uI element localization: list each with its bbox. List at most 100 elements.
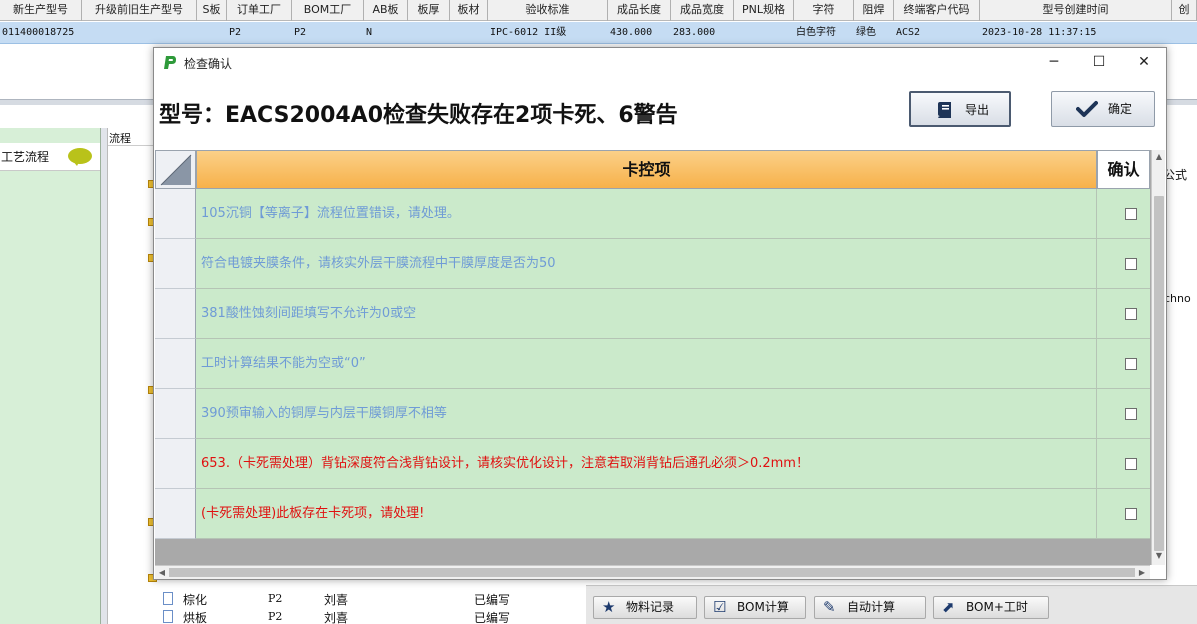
main-grid-selected-row[interactable]: 011400018725 P2 P2 N IPC-6012 II级 430.00… [0,22,1197,44]
right-panel: 公式 chno [1163,150,1197,580]
tree-node-status: 已编写 [474,593,511,607]
col-header-pnl[interactable]: PNL规格 [734,0,794,21]
cell-new-model: 011400018725 [2,27,75,38]
col-header-new-model[interactable]: 新生产型号 [0,0,82,21]
scroll-right-icon[interactable]: ▶ [1136,567,1148,579]
bottom-toolbar: ★ 物料记录 ☑ BOM计算 ✎ 自动计算 ⬈ BOM+工时 [586,585,1197,624]
scroll-up-icon[interactable]: ▲ [1154,152,1164,162]
col-header-s-board[interactable]: S板 [197,0,227,21]
confirm-checkbox[interactable] [1125,458,1137,470]
cell-created-time: 2023-10-28 11:37:15 [982,27,1097,38]
scroll-left-icon[interactable]: ◀ [156,567,168,579]
col-header-old-model[interactable]: 升级前旧生产型号 [82,0,197,21]
row-header[interactable] [155,339,196,389]
cell-customer-code: ACS2 [896,27,921,38]
pencil-icon: ✎ [823,598,836,616]
cell-order-plant: P2 [229,27,242,38]
cell-ab-board: N [366,27,373,38]
check-item-text: 105沉铜【等离子】流程位置错误，请处理。 [196,189,1097,239]
row-header[interactable] [155,389,196,439]
check-item-text: 工时计算结果不能为空或“0” [196,339,1097,389]
bom-calc-button[interactable]: ☑ BOM计算 [704,596,806,619]
maximize-button[interactable]: ☐ [1076,48,1122,77]
minimize-button[interactable]: ─ [1031,48,1077,77]
check-item-row[interactable]: (卡死需处理)此板存在卡死项，请处理! [155,489,1150,539]
col-header-solder-mask[interactable]: 阻焊 [854,0,894,21]
check-item-row[interactable]: 653.（卡死需处理）背钻深度符合浅背钻设计，请核实优化设计，注意若取消背钻后通… [155,439,1150,489]
material-record-label: 物料记录 [626,600,675,614]
col-header-acceptance[interactable]: 验收标准 [488,0,608,21]
row-header[interactable] [155,439,196,489]
tree-node-plant: P2 [268,610,283,623]
check-item-row[interactable]: 工时计算结果不能为空或“0” [155,339,1150,389]
cell-length: 430.000 [610,27,653,38]
dialog-titlebar[interactable]: 检查确认 ─ ☐ ✕ [154,48,1166,77]
scroll-down-icon[interactable]: ▼ [1154,551,1164,561]
speech-bubble-icon[interactable] [68,148,92,166]
tree-node-person: 刘喜 [324,611,349,624]
confirm-label: 确定 [1108,102,1133,116]
col-header-customer-code[interactable]: 终端客户代码 [894,0,980,21]
col-header-created-time[interactable]: 型号创建时间 [980,0,1172,21]
grid-corner-select-all[interactable] [155,150,196,189]
tree-node-person: 刘喜 [324,593,349,607]
confirm-checkbox[interactable] [1125,408,1137,420]
tree-node[interactable]: 棕化 P2 刘喜 已编写 [108,590,564,608]
row-header[interactable] [155,189,196,239]
confirm-cell [1097,189,1150,239]
col-header-ab-board[interactable]: AB板 [364,0,408,21]
confirm-checkbox[interactable] [1125,258,1137,270]
dialog-header-area: 型号：EACS2004A0检查失败存在2项卡死、6警告 导出 确定 [154,77,1166,150]
check-item-row[interactable]: 105沉铜【等离子】流程位置错误，请处理。 [155,189,1150,239]
app-logo-icon [164,56,176,69]
auto-calc-button[interactable]: ✎ 自动计算 [814,596,926,619]
col-header-character[interactable]: 字符 [794,0,854,21]
tree-node-name: 棕化 [183,593,208,607]
check-item-row[interactable]: 390预审输入的铜厚与内层干膜铜厚不相等 [155,389,1150,439]
col-header-material[interactable]: 板材 [450,0,488,21]
confirm-checkbox[interactable] [1125,358,1137,370]
check-item-row[interactable]: 符合电镀夹膜条件，请核实外层干膜流程中干膜厚度是否为50 [155,239,1150,289]
grid-body: 卡控项 确认 105沉铜【等离子】流程位置错误，请处理。 符合电镀夹膜条件，请核… [155,150,1150,565]
check-item-text: 381酸性蚀刻间距填写不允许为0或空 [196,289,1097,339]
confirm-cell [1097,439,1150,489]
col-header-order-plant[interactable]: 订单工厂 [227,0,292,21]
col-header-confirm[interactable]: 确认 [1097,150,1150,189]
cell-old-model [82,22,197,43]
confirm-button[interactable]: 确定 [1051,91,1155,127]
confirm-checkbox[interactable] [1125,208,1137,220]
maximize-icon: ☐ [1092,54,1106,70]
check-item-row[interactable]: 381酸性蚀刻间距填写不允许为0或空 [155,289,1150,339]
col-header-thickness[interactable]: 板厚 [408,0,450,21]
cell-pnl [734,22,794,43]
bom-calc-label: BOM计算 [737,600,789,614]
tree-node-plant: P2 [268,592,283,605]
star-icon: ★ [602,598,616,616]
row-header[interactable] [155,489,196,539]
confirm-cell [1097,339,1150,389]
check-item-text: (卡死需处理)此板存在卡死项，请处理! [196,489,1097,539]
export-button[interactable]: 导出 [909,91,1011,127]
col-header-width[interactable]: 成品宽度 [671,0,734,21]
horizontal-scrollbar[interactable]: ◀ ▶ [155,565,1150,579]
col-header-length[interactable]: 成品长度 [608,0,671,21]
confirm-checkbox[interactable] [1125,308,1137,320]
col-header-check-item[interactable]: 卡控项 [196,150,1097,189]
col-header-bom-plant[interactable]: BOM工厂 [292,0,364,21]
horizontal-scroll-thumb[interactable] [169,568,1135,577]
check-confirm-dialog: 检查确认 ─ ☐ ✕ 型号：EACS2004A0检查失败存在2项卡死、6警告 导… [153,47,1167,580]
confirm-checkbox[interactable] [1125,508,1137,520]
confirm-cell [1097,489,1150,539]
bom-hours-label: BOM+工时 [966,600,1028,614]
col-header-creator[interactable]: 创 [1172,0,1197,21]
row-header[interactable] [155,289,196,339]
bom-hours-button[interactable]: ⬈ BOM+工时 [933,596,1049,619]
material-record-button[interactable]: ★ 物料记录 [593,596,697,619]
cell-width: 283.000 [673,27,716,38]
vertical-scrollbar[interactable]: ▲ ▼ [1151,150,1165,565]
corner-triangle-icon [160,154,192,186]
tree-node[interactable]: 烘板 P2 刘喜 已编写 [108,608,564,624]
row-header[interactable] [155,239,196,289]
close-button[interactable]: ✕ [1121,48,1167,77]
vertical-scroll-thumb[interactable] [1154,196,1164,551]
